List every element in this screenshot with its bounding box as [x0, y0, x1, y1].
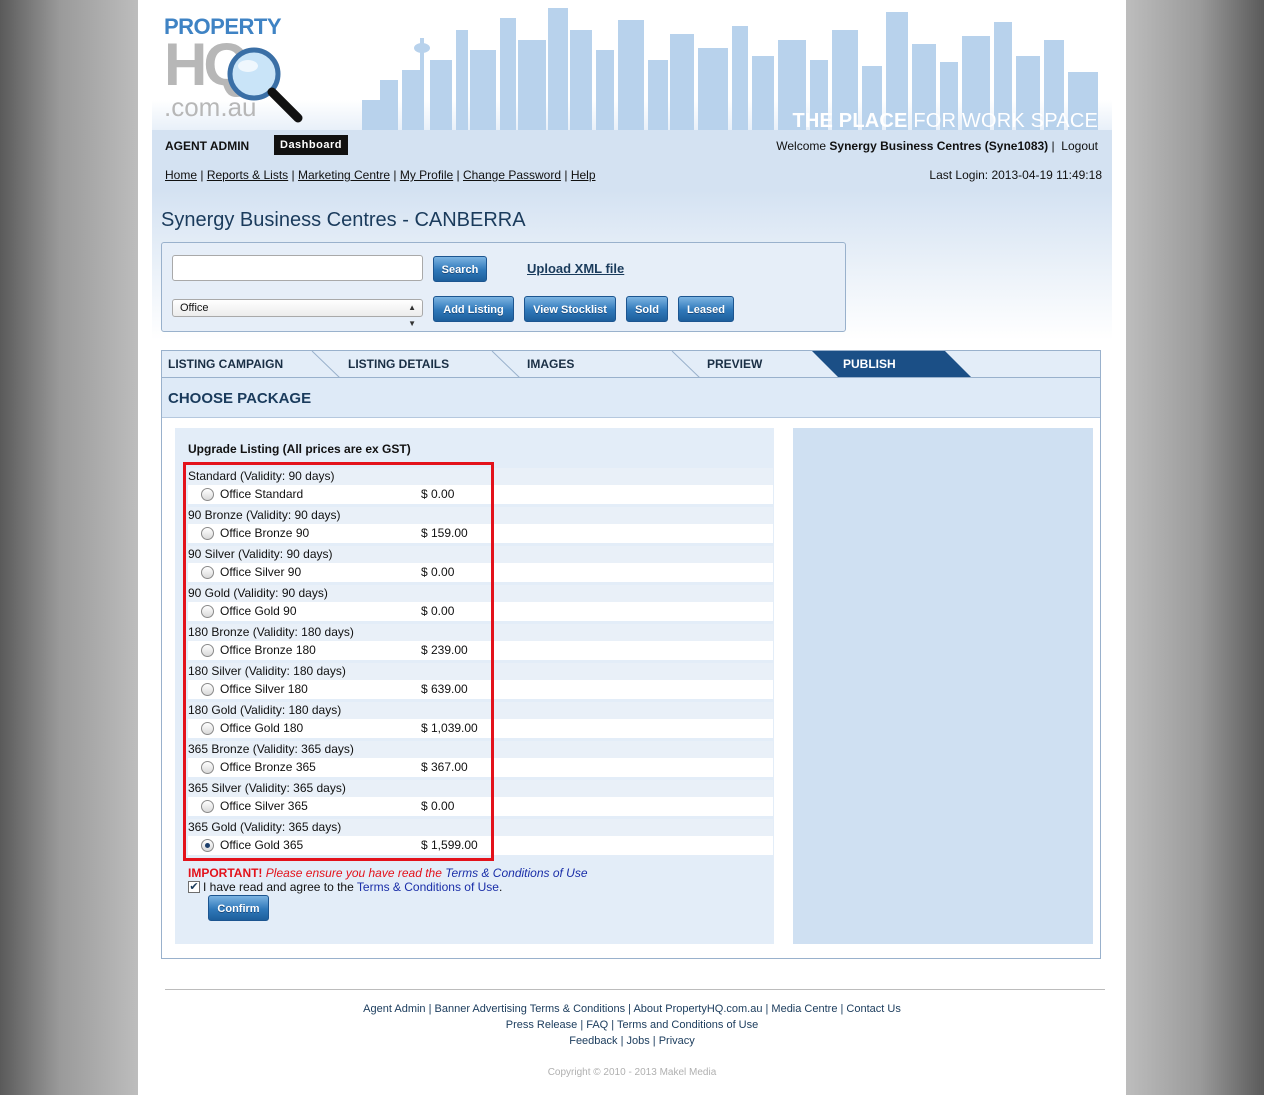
agree-text: I have read and agree to the Terms & Con… — [203, 880, 502, 894]
panel-header: CHOOSE PACKAGE — [162, 378, 1100, 418]
tagline-rest: FOR WORK SPACE — [907, 110, 1098, 132]
agree-suffix: . — [498, 880, 503, 894]
upload-xml-link[interactable]: Upload XML file — [527, 261, 624, 276]
tab-images[interactable]: IMAGES — [527, 351, 574, 378]
agree-terms-link[interactable]: Terms & Conditions of Use — [357, 880, 499, 894]
page-container: PROPERTY HQ .com.au THE PLACE FOR WORK S… — [138, 0, 1126, 1095]
search-panel: Search Upload XML file Office ▲ ▼ Add Lis… — [161, 242, 846, 332]
menu-reports-lists[interactable]: Reports & Lists — [207, 168, 288, 182]
tagline-bold: THE PLACE — [792, 110, 908, 132]
agent-admin-label: AGENT ADMIN — [165, 139, 250, 153]
welcome-user: Synergy Business Centres (Syne1083) — [829, 139, 1049, 153]
welcome-text: Welcome Synergy Business Centres (Syne10… — [776, 139, 1098, 153]
copyright: Copyright © 2010 - 2013 Makel Media — [547, 1067, 717, 1078]
upgrade-title: Upgrade Listing (All prices are ex GST) — [188, 442, 411, 456]
agree-label: I have read and agree to the — [203, 880, 357, 894]
footer-divider — [165, 989, 1105, 990]
search-input[interactable] — [172, 255, 423, 281]
property-type-value: Office — [180, 302, 209, 314]
sidebar-column — [793, 428, 1093, 944]
search-button[interactable]: Search — [433, 256, 487, 282]
property-type-select[interactable]: Office ▲ ▼ — [172, 299, 423, 328]
logo-domain: .com.au — [164, 92, 257, 122]
footer-links-3[interactable]: Feedback | Jobs | Privacy — [138, 1035, 1126, 1047]
main-menu: Home | Reports & Lists | Marketing Centr… — [165, 168, 596, 182]
confirm-button[interactable]: Confirm — [208, 895, 269, 921]
highlight-box — [183, 462, 494, 861]
view-stocklist-button[interactable]: View Stocklist — [524, 296, 616, 322]
tab-listing-details[interactable]: LISTING DETAILS — [348, 351, 449, 378]
important-warning: Please ensure you have read the — [262, 866, 446, 880]
terms-link[interactable]: Terms & Conditions of Use — [445, 866, 587, 880]
footer-links-1[interactable]: Agent Admin | Banner Advertising Terms &… — [138, 1003, 1126, 1015]
menu-help[interactable]: Help — [571, 168, 596, 182]
add-listing-button[interactable]: Add Listing — [433, 296, 514, 322]
page-title: Synergy Business Centres - CANBERRA — [161, 209, 526, 231]
dashboard-button[interactable]: Dashboard — [274, 135, 348, 155]
nav-separator: | — [1051, 139, 1062, 153]
menu-my-profile[interactable]: My Profile — [400, 168, 453, 182]
footer-links-2[interactable]: Press Release | FAQ | Terms and Conditio… — [138, 1019, 1126, 1031]
tab-publish[interactable]: PUBLISH — [843, 351, 896, 378]
tab-dividers — [311, 351, 972, 379]
select-arrows-icon: ▲ ▼ — [408, 303, 416, 328]
last-login: Last Login: 2013-04-19 11:49:18 — [929, 168, 1102, 182]
tab-preview[interactable]: PREVIEW — [707, 351, 762, 378]
sold-button[interactable]: Sold — [626, 296, 668, 322]
leased-button[interactable]: Leased — [678, 296, 734, 322]
menu-home[interactable]: Home — [165, 168, 197, 182]
site-header: PROPERTY HQ .com.au THE PLACE FOR WORK S… — [152, 0, 1112, 190]
important-label: IMPORTANT! — [188, 866, 263, 880]
agree-checkbox[interactable]: ✔ — [188, 881, 200, 893]
listing-tabs: LISTING CAMPAIGN LISTING DETAILS IMAGES … — [161, 350, 1101, 379]
propertyhq-logo[interactable]: PROPERTY HQ .com.au — [164, 14, 304, 130]
tab-listing-campaign[interactable]: LISTING CAMPAIGN — [168, 351, 283, 378]
admin-nav-bar: AGENT ADMIN Dashboard Welcome Synergy Bu… — [152, 130, 1112, 190]
important-notice: IMPORTANT! Please ensure you have read t… — [188, 866, 588, 880]
logout-link[interactable]: Logout — [1061, 139, 1098, 153]
publish-panel: CHOOSE PACKAGE Upgrade Listing (All pric… — [161, 377, 1101, 959]
section-title: CHOOSE PACKAGE — [168, 390, 312, 407]
menu-change-password[interactable]: Change Password — [463, 168, 561, 182]
menu-marketing-centre[interactable]: Marketing Centre — [298, 168, 390, 182]
welcome-prefix: Welcome — [776, 139, 830, 153]
